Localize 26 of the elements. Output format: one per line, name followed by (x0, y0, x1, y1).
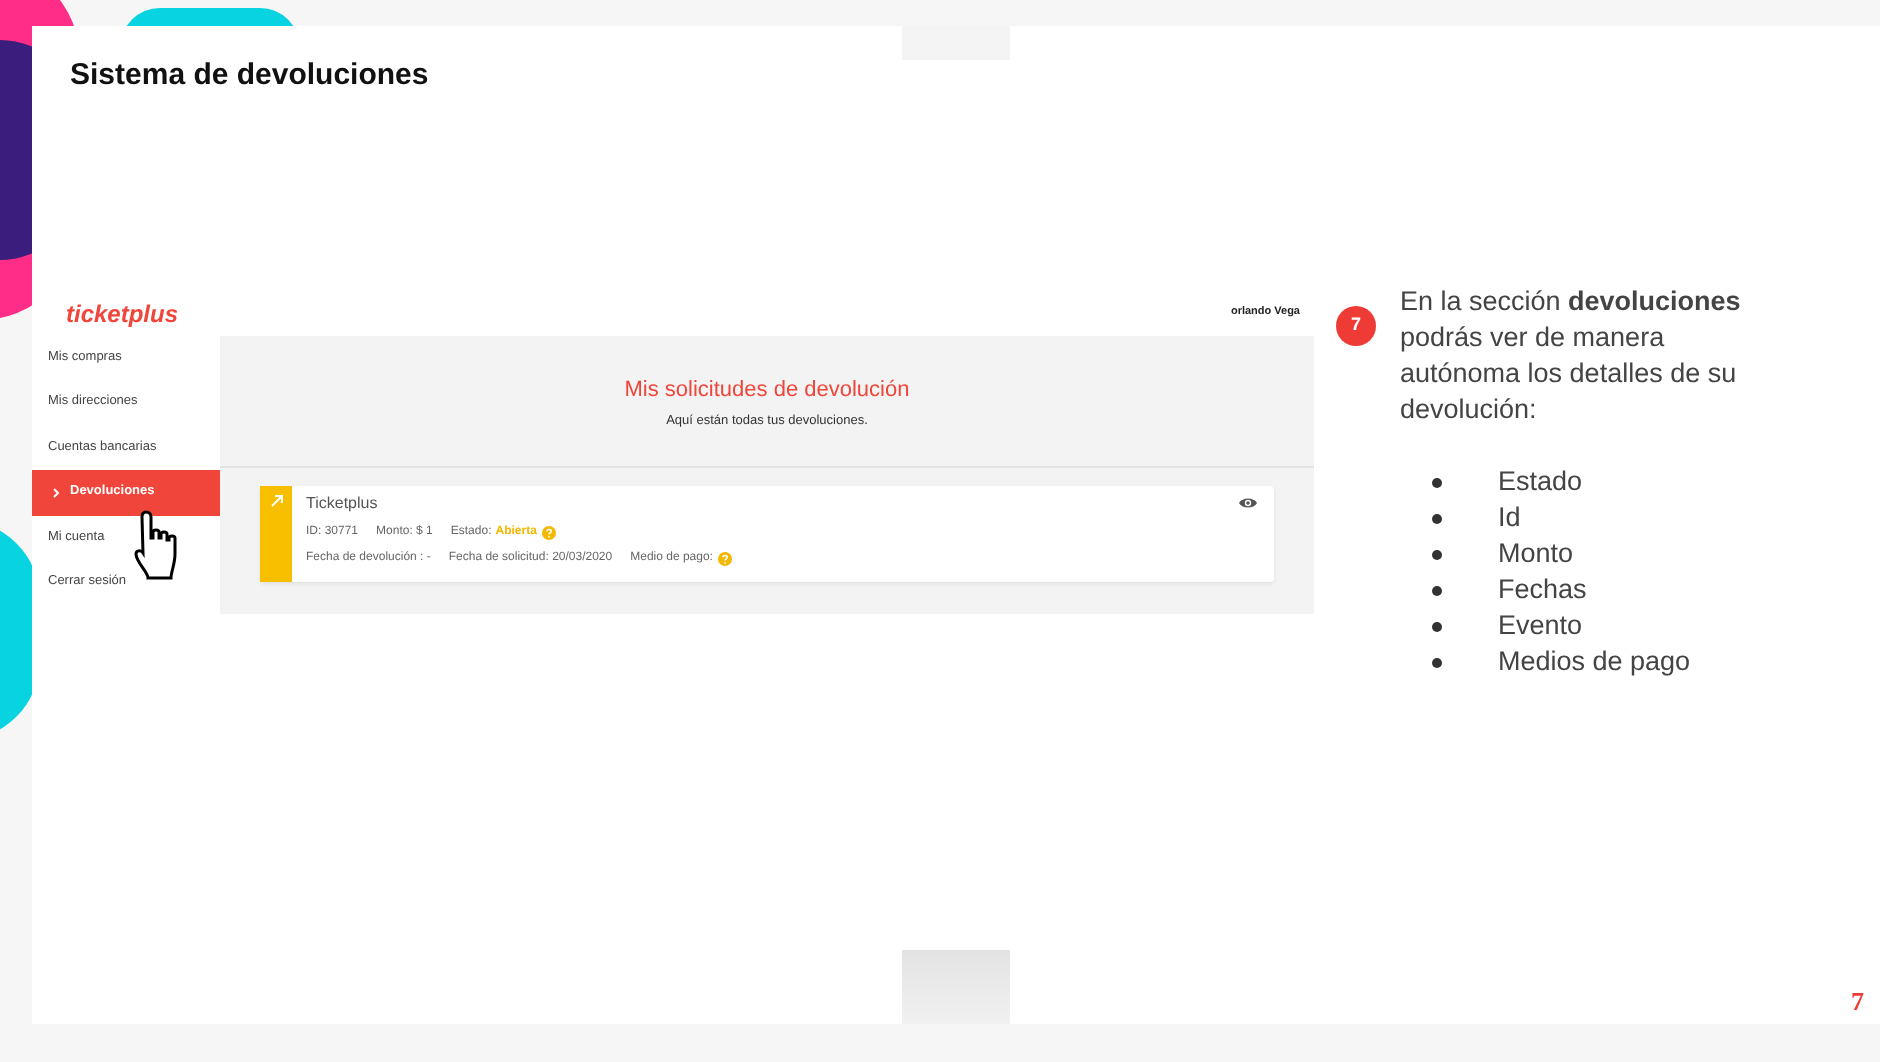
description-text: En la sección devoluciones podrás ver de manera autónoma los detalles de su devolución: (1400, 283, 1743, 427)
eye-icon[interactable] (1238, 496, 1258, 510)
bullet-icon (1432, 658, 1442, 668)
bullet-text: Id (1498, 500, 1521, 537)
bullet-icon (1432, 514, 1442, 524)
step-badge: 7 (1336, 305, 1376, 345)
bullet-icon (1432, 586, 1442, 596)
bullet-text: Monto (1498, 536, 1574, 573)
page-number: 7 (1851, 983, 1864, 1019)
bullet-text: Evento (1498, 608, 1583, 645)
app-logo: ticketplus (66, 297, 179, 331)
page-heading: Mis solicitudes de devolución (624, 375, 910, 406)
background-shape (902, 950, 1010, 1024)
bullet-icon (1432, 478, 1442, 488)
slide-title: Sistema de devoluciones (70, 56, 431, 96)
help-icon (718, 551, 733, 565)
chevron-icon (52, 487, 60, 498)
hand-cursor-icon (132, 507, 182, 579)
return-name: Ticketplus (306, 491, 378, 515)
bullet-text: Medios de pago (1498, 644, 1691, 681)
bullet-icon (1432, 622, 1442, 632)
bullet-text: Fechas (1498, 572, 1587, 609)
help-icon (542, 525, 557, 539)
arrow-icon (269, 493, 283, 507)
bullet-text: Estado (1498, 464, 1583, 501)
bullet-icon (1432, 550, 1442, 560)
